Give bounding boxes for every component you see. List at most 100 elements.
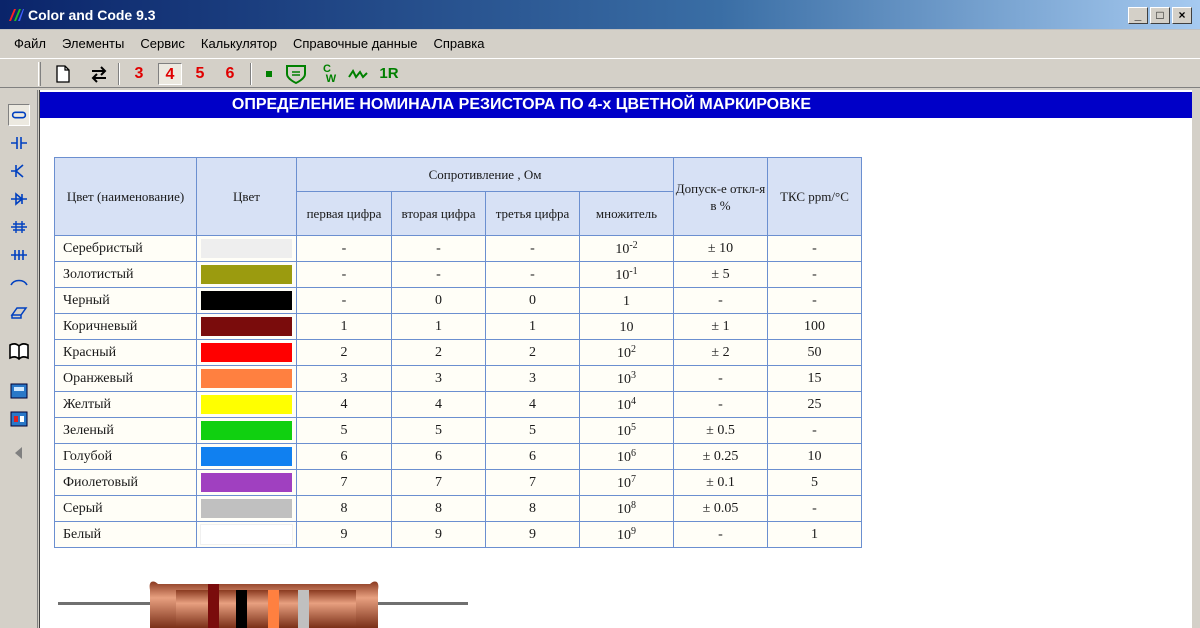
- cell-tolerance: -: [673, 287, 768, 314]
- cell-second-digit: -: [391, 261, 486, 288]
- multiplier-exponent: -1: [629, 265, 638, 277]
- cell-color-swatch: [196, 443, 297, 470]
- scrollbar-edge[interactable]: [1192, 90, 1200, 628]
- table-row: Серый 8 8 8 108 ± 0.05-: [54, 495, 862, 522]
- color-swatch: [201, 265, 292, 284]
- page-banner: ОПРЕДЕЛЕНИЕ НОМИНАЛА РЕЗИСТОРА ПО 4-х ЦВ…: [40, 92, 1193, 118]
- color-swatch: [201, 239, 292, 258]
- cell-color-name: Серый: [54, 495, 197, 522]
- multiplier-base: 10: [617, 527, 631, 543]
- maximize-button[interactable]: □: [1150, 7, 1170, 24]
- header-color-name: Цвет (наименование): [54, 157, 197, 236]
- table-row: Фиолетовый 7 7 7 107 ± 0.1 5: [54, 469, 862, 496]
- minimize-button[interactable]: _: [1128, 7, 1148, 24]
- toolbar-separator: [118, 63, 120, 85]
- toolbar-grip: [38, 62, 41, 86]
- zener-tool-icon[interactable]: [8, 216, 30, 238]
- cell-first-digit: -: [296, 287, 392, 314]
- table-body: Серебристый - - -10-2 ± 10- Золотистый - - -10-1…: [54, 235, 862, 548]
- book-icon[interactable]: [8, 340, 30, 362]
- color-swatch: [201, 291, 292, 310]
- resistor-illustration: [58, 581, 468, 628]
- cell-tcr: 50: [767, 339, 862, 366]
- bridge-tool-icon[interactable]: [8, 244, 30, 266]
- cell-tolerance: ± 2: [673, 339, 768, 366]
- band6-button[interactable]: 6: [219, 63, 241, 85]
- color-code-button[interactable]: C W: [314, 63, 340, 85]
- header-first-digit: первая цифра: [296, 191, 392, 236]
- multiplier-base: 10: [619, 319, 634, 335]
- table-row: Черный -0 0 1- -: [54, 287, 862, 314]
- cell-first-digit: 3: [296, 365, 392, 392]
- cell-multiplier: 105: [579, 417, 674, 444]
- settings-panel-icon[interactable]: [8, 408, 30, 430]
- resistor-tool-icon[interactable]: [8, 104, 30, 126]
- menu-service[interactable]: Сервис: [132, 33, 193, 55]
- diode-tool-icon[interactable]: [8, 188, 30, 210]
- cell-third-digit: 6: [485, 443, 580, 470]
- cell-tolerance: ± 5: [673, 261, 768, 288]
- cell-third-digit: 7: [485, 469, 580, 496]
- calculator-icon[interactable]: [8, 380, 30, 402]
- component-sidebar: [0, 90, 38, 628]
- header-second-digit: вторая цифра: [391, 191, 486, 236]
- cell-tcr: 100: [767, 313, 862, 340]
- back-arrow-icon[interactable]: [8, 442, 30, 464]
- multiplier-exponent: 7: [631, 473, 636, 485]
- cell-tcr: -: [767, 261, 862, 288]
- table-row: Зеленый 5 5 5 105 ± 0.5-: [54, 417, 862, 444]
- multiplier-base: 10: [617, 423, 631, 439]
- cell-tolerance: ± 0.25: [673, 443, 768, 470]
- app-window: Color and Code 9.3 _ □ × Файл Элементы С…: [0, 0, 1200, 628]
- title-bar[interactable]: Color and Code 9.3 _ □ ×: [0, 0, 1200, 30]
- cell-multiplier: 107: [579, 469, 674, 496]
- multiplier-base: 10: [617, 345, 631, 361]
- transistor-tool-icon[interactable]: [8, 160, 30, 182]
- smd-component-icon[interactable]: [258, 63, 280, 85]
- new-document-icon[interactable]: [52, 63, 74, 85]
- cell-multiplier: 109: [579, 521, 674, 548]
- cell-tcr: 10: [767, 443, 862, 470]
- menu-help[interactable]: Справка: [425, 33, 492, 55]
- cell-first-digit: -: [296, 261, 392, 288]
- cell-multiplier: 102: [579, 339, 674, 366]
- menu-calculator[interactable]: Калькулятор: [193, 33, 285, 55]
- cell-color-name: Красный: [54, 339, 197, 366]
- cell-second-digit: 4: [391, 391, 486, 418]
- cell-color-swatch: [196, 235, 297, 262]
- multiplier-base: 10: [617, 475, 631, 491]
- multiplier-exponent: 6: [631, 447, 636, 459]
- menu-file[interactable]: Файл: [6, 33, 54, 55]
- cell-tcr: -: [767, 235, 862, 262]
- resistor-band: [236, 590, 247, 628]
- menu-reference-data[interactable]: Справочные данные: [285, 33, 425, 55]
- header-tcr: ТКС ppm/°C: [767, 157, 862, 236]
- cell-third-digit: 1: [485, 313, 580, 340]
- one-r-button[interactable]: 1R: [376, 63, 402, 85]
- band5-button[interactable]: 5: [189, 63, 211, 85]
- close-button[interactable]: ×: [1172, 7, 1192, 24]
- header-color: Цвет: [196, 157, 297, 236]
- cell-third-digit: -: [485, 235, 580, 262]
- cell-color-swatch: [196, 495, 297, 522]
- eraser-tool-icon[interactable]: [8, 300, 30, 322]
- cell-color-name: Золотистый: [54, 261, 197, 288]
- cell-multiplier: 104: [579, 391, 674, 418]
- band3-button[interactable]: 3: [128, 63, 150, 85]
- capacitor-tool-icon[interactable]: [8, 132, 30, 154]
- cell-color-name: Зеленый: [54, 417, 197, 444]
- pixel-pattern-icon[interactable]: [346, 63, 370, 85]
- cell-tcr: -: [767, 287, 862, 314]
- swap-arrows-icon[interactable]: [88, 63, 110, 85]
- band4-button[interactable]: 4: [158, 63, 182, 85]
- color-swatch: [201, 447, 292, 466]
- cell-tolerance: ± 0.05: [673, 495, 768, 522]
- cell-tcr: 5: [767, 469, 862, 496]
- cell-tcr: -: [767, 495, 862, 522]
- inductor-tool-icon[interactable]: [8, 272, 30, 294]
- cell-color-swatch: [196, 261, 297, 288]
- menu-elements[interactable]: Элементы: [54, 33, 132, 55]
- cell-second-digit: 0: [391, 287, 486, 314]
- color-swatch: [201, 499, 292, 518]
- shield-icon[interactable]: [284, 63, 308, 85]
